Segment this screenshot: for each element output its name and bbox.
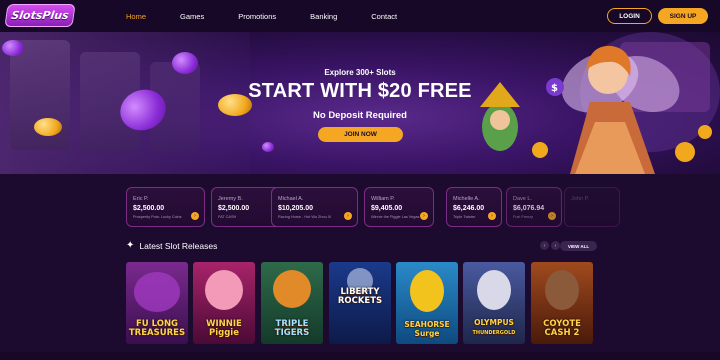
game-title-line: Piggie: [209, 328, 239, 338]
game-title-line: Surge: [414, 329, 440, 338]
winner-name: Dave L.: [513, 196, 532, 202]
sparkle-icon: ✦: [126, 240, 135, 251]
winner-name: Michael A.: [278, 196, 304, 202]
winner-card[interactable]: Dave L. $6,076.94 Fuel Frenzy ›: [506, 187, 562, 227]
game-title-line: THUNDERGOLD: [472, 330, 516, 336]
coyote-art-icon: [545, 270, 579, 310]
hero-title: START WITH $20 FREE: [248, 80, 472, 102]
nav-home[interactable]: Home: [126, 12, 146, 21]
winner-amount: $2,500.00: [133, 205, 165, 212]
poker-chip-decoration: [2, 40, 24, 56]
nav-games[interactable]: Games: [180, 12, 204, 21]
winner-card[interactable]: Michelle A. $6,246.00 Triple Twister ›: [446, 187, 502, 227]
game-tile[interactable]: OLYMPUS THUNDERGOLD: [463, 262, 525, 344]
winner-game: Triple Twister: [453, 215, 476, 219]
game-tile-title: WINNIE Piggie: [193, 320, 255, 338]
site-logo[interactable]: SlotsPlus: [4, 4, 76, 27]
winner-amount: $9,405.00: [371, 205, 403, 212]
play-arrow-icon[interactable]: ›: [191, 212, 199, 220]
dragon-art-icon: [134, 272, 180, 312]
hero-no-deposit: No Deposit Required: [313, 110, 407, 121]
hero-banner: Explore 300+ Slots START WITH $20 FREE N…: [0, 32, 720, 174]
game-title-line: TREASURES: [128, 328, 186, 338]
game-title-line: SEAHORSE: [404, 320, 450, 329]
footer-edge: [0, 352, 720, 360]
winner-amount: $2,500.00: [218, 205, 250, 212]
game-tile[interactable]: WINNIE Piggie: [193, 262, 255, 344]
winner-card[interactable]: Eric P. $2,500.00 Prosperity Pots: Lucky…: [126, 187, 205, 227]
game-title-line: CASH 2: [544, 328, 580, 338]
game-tile-title: SEAHORSE Surge: [396, 320, 458, 338]
seahorse-art-icon: [410, 270, 444, 312]
join-now-button[interactable]: JOIN NOW: [318, 127, 403, 142]
winner-amount: $6,246.00: [453, 205, 485, 212]
game-tile-title: FU LONG TREASURES: [126, 320, 188, 338]
pig-art-icon: [205, 270, 243, 310]
winner-card[interactable]: Michael A. $10,205.00 Racing Horse - Hot…: [271, 187, 358, 227]
nav-promotions[interactable]: Promotions: [238, 12, 276, 21]
game-tile-title: COYOTE CASH 2: [531, 320, 593, 338]
winner-name: Michelle A.: [453, 196, 480, 202]
game-title-line: OLYMPUS: [474, 318, 514, 327]
winner-amount: $6,076.94: [513, 205, 545, 212]
carousel-next-button[interactable]: ›: [551, 241, 560, 250]
game-tile-title: LIBERTY ROCKETS: [329, 288, 391, 306]
poker-chip-decoration: [262, 142, 274, 152]
game-tile-title: OLYMPUS THUNDERGOLD: [463, 318, 525, 338]
play-arrow-icon[interactable]: ›: [548, 212, 556, 220]
game-tile[interactable]: LIBERTY ROCKETS: [329, 262, 391, 344]
game-tile[interactable]: SEAHORSE Surge: [396, 262, 458, 344]
game-title-line: ROCKETS: [337, 296, 383, 306]
winner-card[interactable]: William P. $9,405.00 Winnie the Piggie L…: [364, 187, 434, 227]
game-title-line: TIGERS: [274, 328, 310, 338]
nav-banking[interactable]: Banking: [310, 12, 337, 21]
game-tile[interactable]: FU LONG TREASURES: [126, 262, 188, 344]
main-nav: Home Games Promotions Banking Contact: [126, 0, 431, 32]
winner-game: Racing Horse - Hot Wo Zhou Xi: [278, 215, 332, 219]
latest-releases-header: ✦ Latest Slot Releases: [126, 240, 217, 251]
winner-name: Eric P.: [133, 196, 149, 202]
logo-text: SlotsPlus: [10, 9, 70, 22]
carousel-prev-button[interactable]: ‹: [540, 241, 549, 250]
winner-game: Fuel Frenzy: [513, 215, 534, 219]
play-arrow-icon[interactable]: ›: [344, 212, 352, 220]
view-all-button[interactable]: VIEW ALL: [560, 241, 597, 251]
winner-name: John P.: [571, 196, 589, 202]
winner-game: Winnie the Piggie Las Vegas: [371, 215, 420, 219]
poker-chip-decoration: [172, 52, 198, 74]
nav-contact[interactable]: Contact: [371, 12, 397, 21]
hero-subtitle: Explore 300+ Slots: [324, 68, 396, 77]
gold-coin-decoration: [34, 118, 62, 136]
winner-name: William P.: [371, 196, 395, 202]
winner-amount: $10,205.00: [278, 205, 314, 212]
login-button[interactable]: LOGIN: [607, 8, 652, 24]
winner-game: FAT CASH: [218, 215, 237, 219]
game-tile-title: TRIPLE TIGERS: [261, 320, 323, 338]
fairy-mascot-illustration: $: [480, 32, 720, 174]
recent-winners-strip: Eric P. $2,500.00 Prosperity Pots: Lucky…: [126, 187, 720, 227]
winner-name: Jeremy B.: [218, 196, 243, 202]
signup-button[interactable]: SIGN UP: [658, 8, 708, 24]
winner-card[interactable]: John P.: [564, 187, 620, 227]
svg-text:$: $: [551, 83, 558, 94]
winner-game: Prosperity Pots: Lucky Coins: [133, 215, 182, 219]
game-tile[interactable]: TRIPLE TIGERS: [261, 262, 323, 344]
zeus-art-icon: [477, 270, 511, 310]
latest-releases-title: Latest Slot Releases: [139, 240, 218, 251]
play-arrow-icon[interactable]: ›: [488, 212, 496, 220]
game-tile[interactable]: COYOTE CASH 2: [531, 262, 593, 344]
tiger-art-icon: [273, 270, 311, 308]
play-arrow-icon[interactable]: ›: [420, 212, 428, 220]
top-header: SlotsPlus Home Games Promotions Banking …: [0, 0, 720, 32]
